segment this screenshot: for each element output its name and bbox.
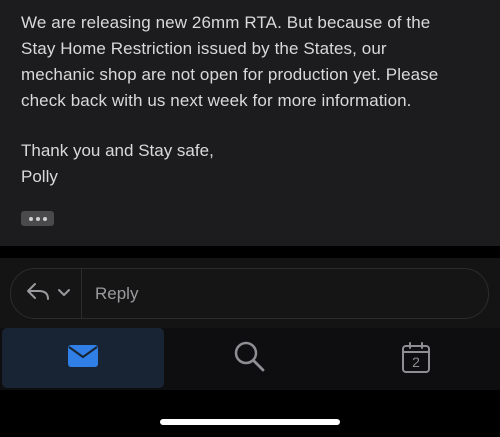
reply-bar: Reply <box>10 268 489 319</box>
message-body-pane: We are releasing new 26mm RTA. But becau… <box>0 0 500 246</box>
calendar-day: 2 <box>412 354 420 370</box>
signoff-line: Polly <box>21 167 58 186</box>
message-body-line: We are releasing new 26mm RTA. But becau… <box>21 13 431 32</box>
ellipsis-icon <box>28 216 33 221</box>
home-area <box>0 390 500 437</box>
ellipsis-icon <box>42 216 47 221</box>
reply-arrow-icon <box>25 281 51 306</box>
search-icon <box>232 339 266 378</box>
message-body-line: check back with us next week for more in… <box>21 91 412 110</box>
reply-options-button[interactable] <box>11 269 82 318</box>
message-body-text: We are releasing new 26mm RTA. But becau… <box>21 10 491 114</box>
tab-mail[interactable] <box>2 328 164 388</box>
tab-search[interactable] <box>168 328 330 388</box>
calendar-icon: 2 <box>401 342 431 374</box>
show-quoted-text-button[interactable] <box>21 211 54 226</box>
message-body-line: mechanic shop are not open for productio… <box>21 65 439 84</box>
message-body-line: Stay Home Restriction issued by the Stat… <box>21 39 387 58</box>
reply-input[interactable]: Reply <box>82 284 138 304</box>
chevron-down-icon <box>57 285 71 303</box>
ellipsis-icon <box>35 216 40 221</box>
message-signoff: Thank you and Stay safe, Polly <box>21 138 214 190</box>
home-indicator[interactable] <box>160 419 340 425</box>
mail-icon <box>67 344 99 373</box>
tab-calendar[interactable]: 2 <box>334 328 498 388</box>
signoff-line: Thank you and Stay safe, <box>21 141 214 160</box>
email-screen: We are releasing new 26mm RTA. But becau… <box>0 0 500 437</box>
bottom-tab-bar: 2 <box>0 328 500 390</box>
